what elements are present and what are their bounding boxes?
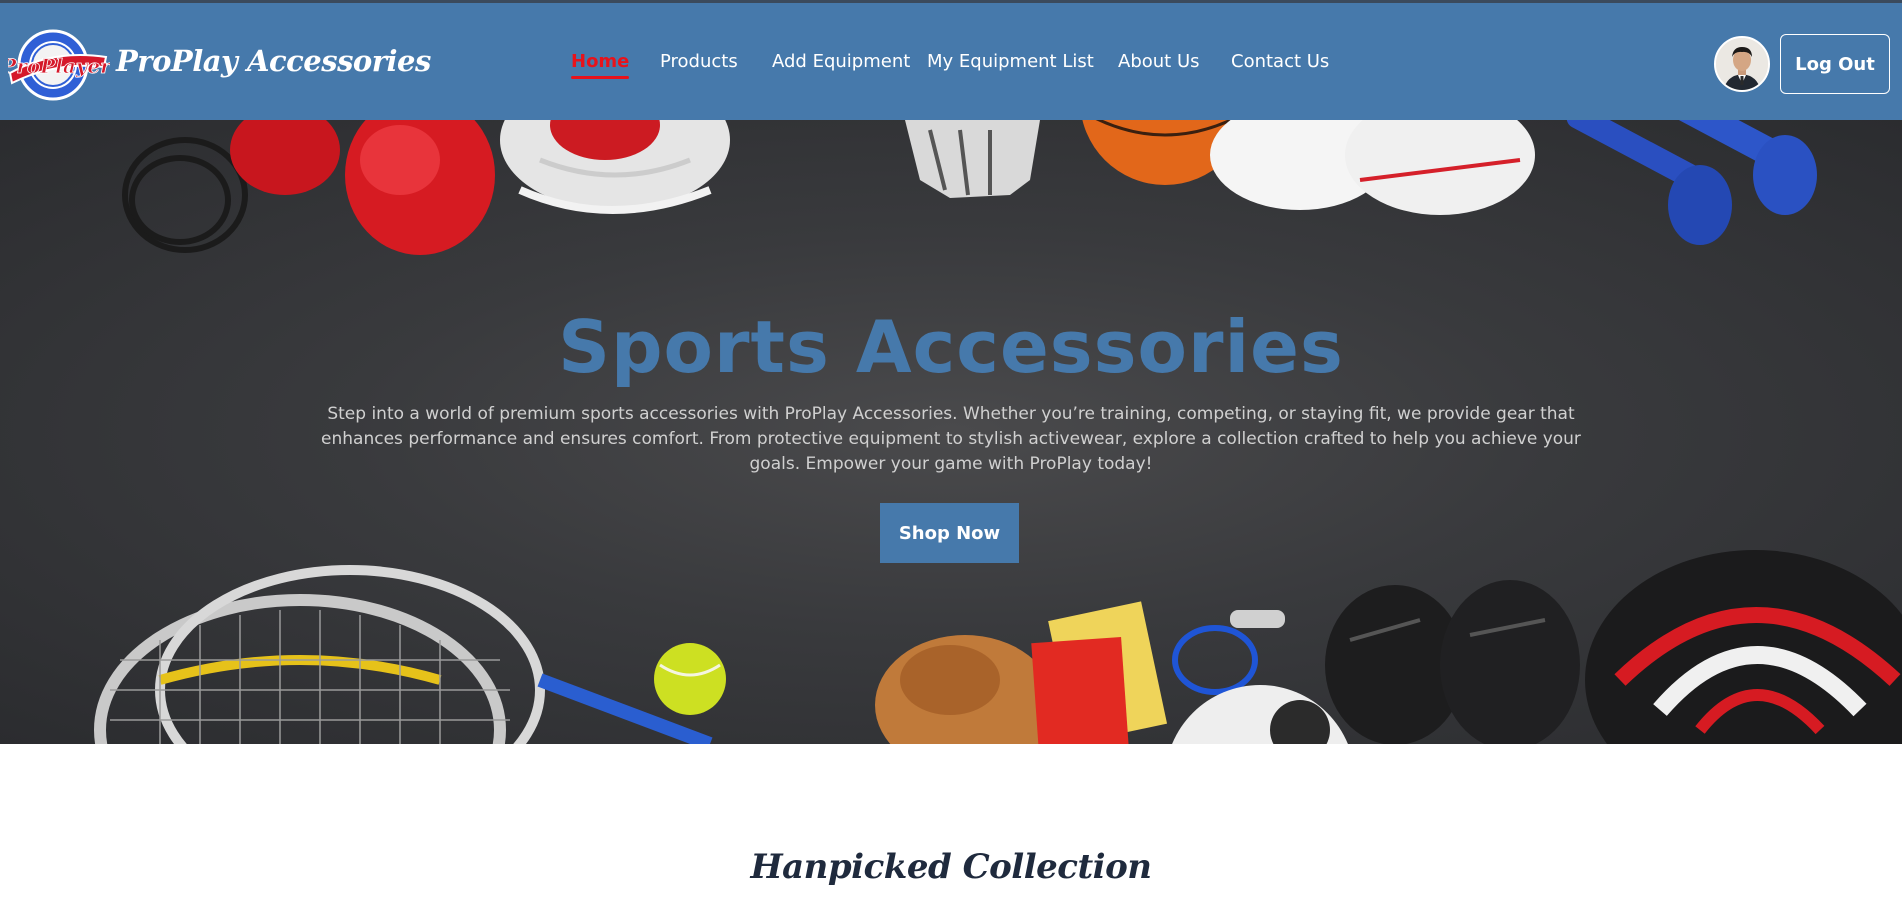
main-nav: Home Products Add Equipment My Equipment…: [0, 51, 1902, 81]
shop-now-button[interactable]: Shop Now: [880, 503, 1019, 563]
bike-helmet-icon: [1585, 550, 1902, 744]
hero-description: Step into a world of premium sports acce…: [321, 404, 1581, 474]
nav-about-us[interactable]: About Us: [1118, 51, 1200, 72]
football-helmet-icon: [500, 120, 730, 214]
nav-contact-us[interactable]: Contact Us: [1231, 51, 1329, 72]
soccer-ball-icon: [1172, 685, 1348, 744]
user-avatar-icon: [1716, 38, 1768, 90]
sneakers-icon: [1210, 120, 1535, 215]
tennis-ball-icon: [654, 643, 726, 715]
goalkeeper-glove-icon: [905, 120, 1040, 198]
nav-home[interactable]: Home: [571, 51, 630, 79]
hero-title: Sports Accessories: [558, 305, 1344, 389]
football-boots-icon: [1325, 580, 1580, 744]
navbar: ProPlayer ProPlay Accessories Home Produ…: [0, 3, 1902, 120]
dumbbells-icon: [1566, 120, 1817, 245]
nav-add-equipment[interactable]: Add Equipment: [772, 51, 910, 72]
user-avatar[interactable]: [1714, 36, 1770, 92]
referee-cards-icon: [1031, 601, 1168, 744]
jump-rope-icon: [122, 137, 248, 253]
logout-button[interactable]: Log Out: [1780, 34, 1890, 94]
whistle-icon: [1172, 610, 1285, 695]
boxing-gloves-icon: [230, 120, 495, 255]
hero-banner: Sports Accessories Step into a world of …: [0, 120, 1902, 744]
nav-my-equipment-list[interactable]: My Equipment List: [927, 51, 1094, 72]
collection-title: Hanpicked Collection: [750, 847, 1153, 887]
baseball-glove-icon: [875, 635, 1055, 744]
tennis-rackets-icon: [94, 565, 713, 744]
nav-products[interactable]: Products: [660, 51, 738, 72]
